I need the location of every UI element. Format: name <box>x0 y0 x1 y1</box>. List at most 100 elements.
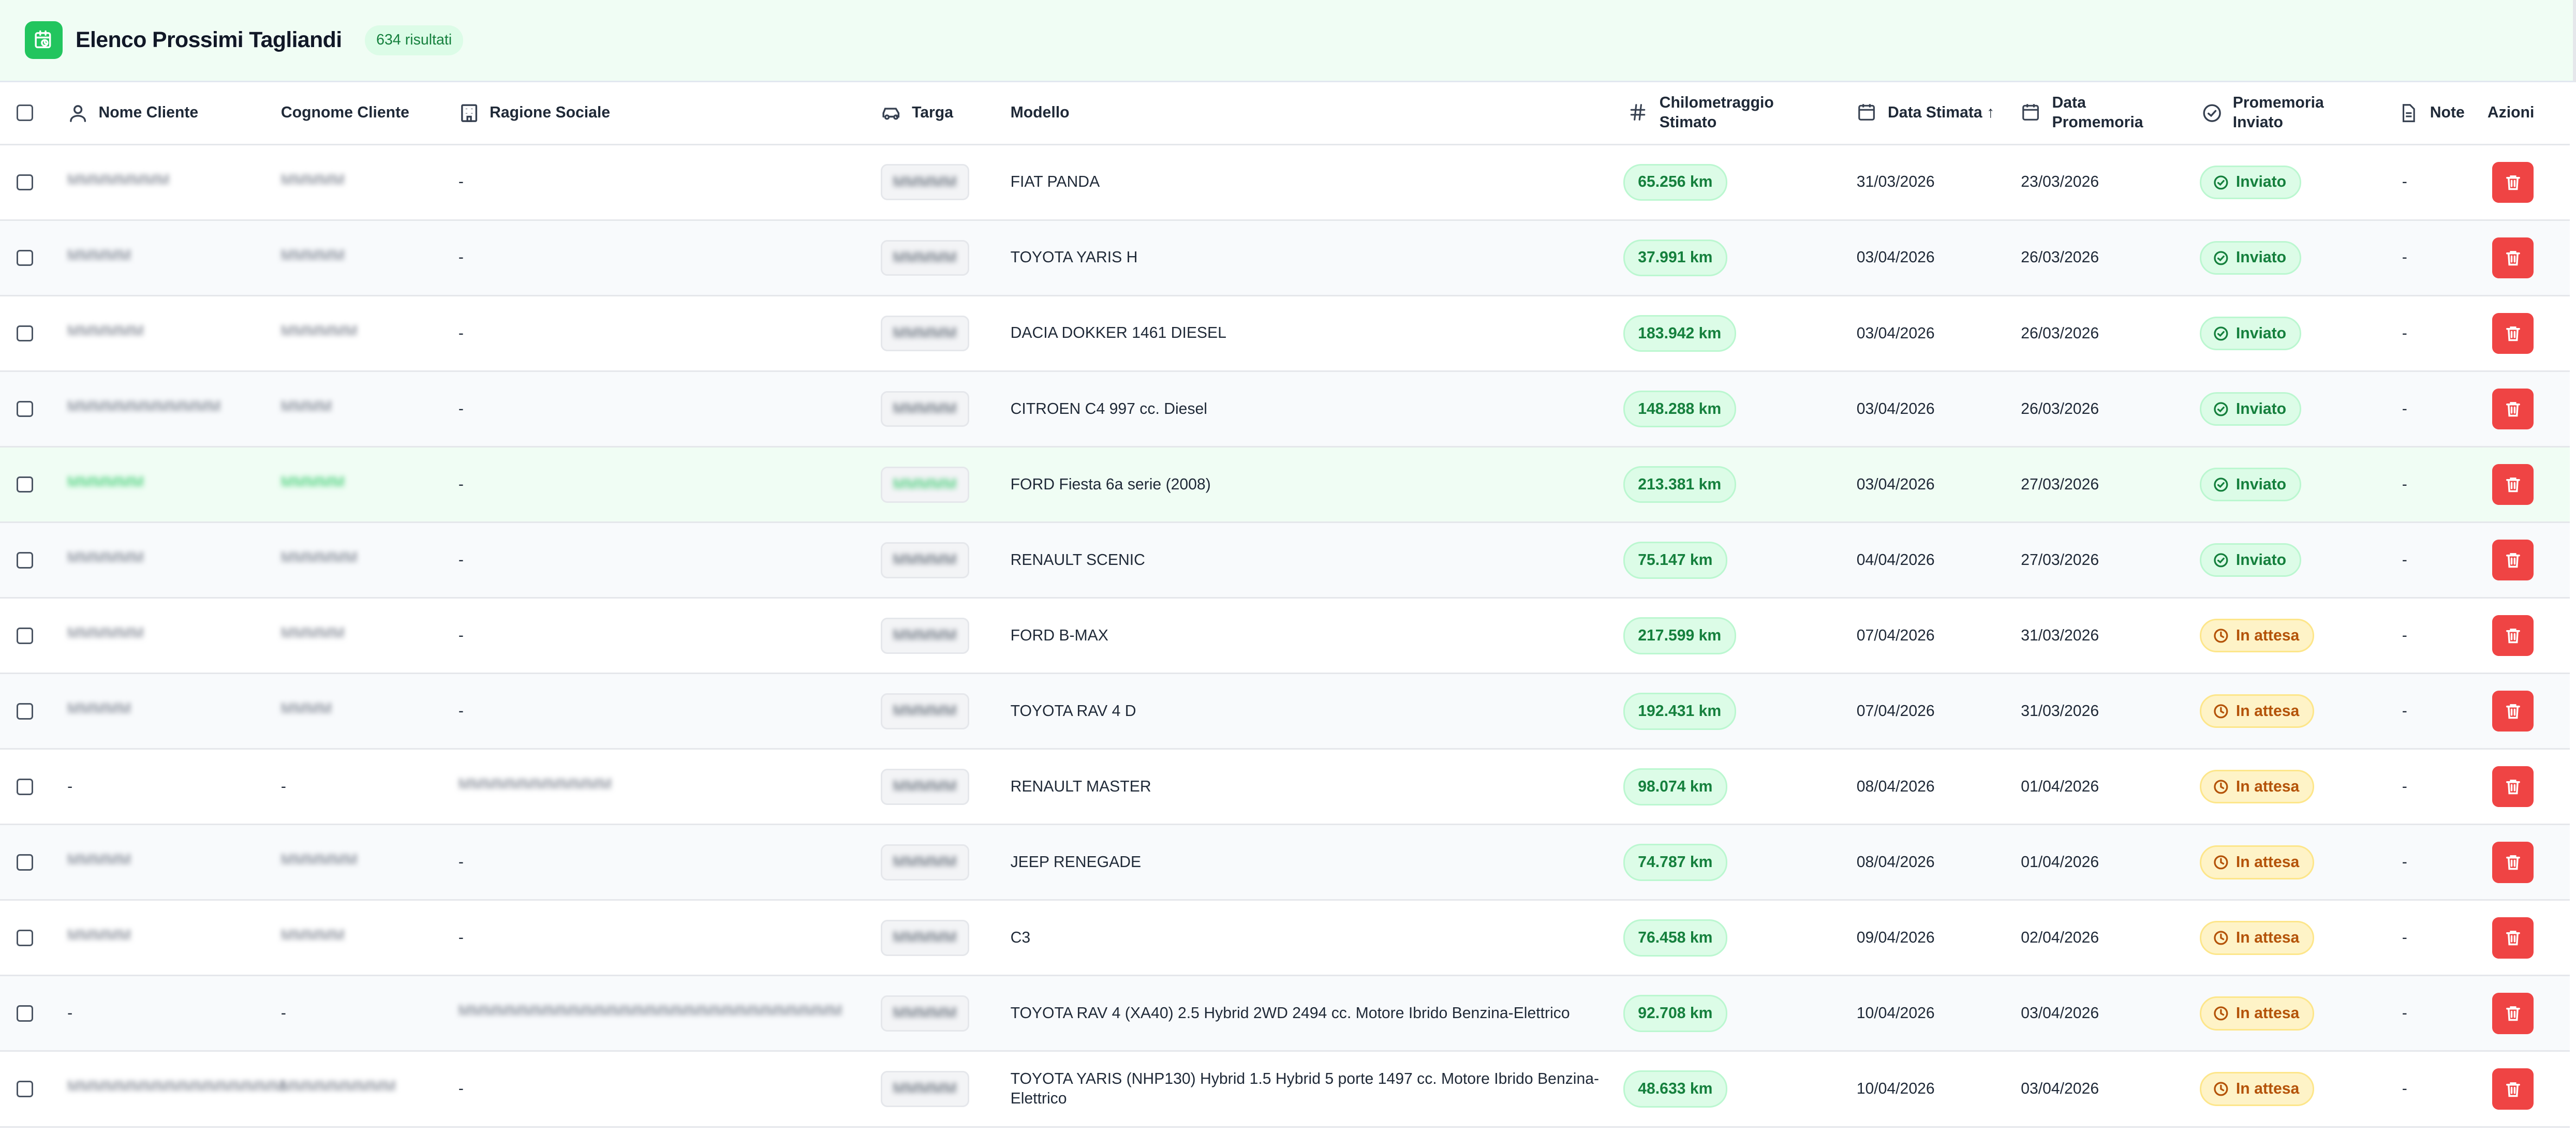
row-checkbox[interactable] <box>16 1005 33 1022</box>
row-checkbox[interactable] <box>16 778 33 795</box>
row-checkbox[interactable] <box>16 400 33 417</box>
delete-button[interactable] <box>2492 464 2534 505</box>
column-header-promemoria-inviato[interactable]: Promemoria Inviato <box>2195 82 2392 145</box>
column-header-km[interactable]: Chilometraggio Stimato <box>1623 82 1848 145</box>
delete-button[interactable] <box>2492 842 2534 883</box>
cell-modello: FORD B-MAX <box>1010 626 1108 644</box>
clock-icon <box>2213 854 2229 871</box>
row-checkbox[interactable] <box>16 703 33 720</box>
clock-icon <box>2213 930 2229 946</box>
delete-button[interactable] <box>2492 766 2534 808</box>
check-circle-icon <box>2213 325 2229 342</box>
cell-cognome: MMMM <box>280 700 332 718</box>
cell-data-promemoria: 03/04/2026 <box>2021 1004 2099 1022</box>
table-row[interactable]: MMMMMMMM MMMMM - MMMMM FIAT PANDA 65.256 km 31… <box>0 144 2570 220</box>
cell-data-stimata: 03/04/2026 <box>1856 324 1935 342</box>
trash-icon <box>2504 1004 2522 1022</box>
column-header-cognome[interactable]: Cognome Cliente <box>281 82 458 145</box>
cell-data-promemoria: 27/03/2026 <box>2021 475 2099 493</box>
table-row[interactable]: MMMMMM MMMMMM - MMMMM RENAULT SCENIC 75.147 k… <box>0 522 2570 598</box>
cell-note: - <box>2402 1080 2407 1097</box>
status-label: In attesa <box>2236 929 2300 946</box>
table-row[interactable]: MMMMMMMMMMMMMMMMM MMMMMMMMM - MMMMM TOYOTA Y… <box>0 1051 2570 1127</box>
cell-data-stimata: 09/04/2026 <box>1856 929 1935 946</box>
delete-button[interactable] <box>2492 1068 2534 1110</box>
table-row[interactable]: MMMMMM MMMMM - MMMMM FORD B-MAX 217.599 km 07/… <box>0 598 2570 674</box>
km-badge: 213.381 km <box>1623 466 1736 503</box>
license-plate: MMMMM <box>880 768 970 805</box>
status-badge: In attesa <box>2200 694 2314 728</box>
cell-ragione-sociale: - <box>458 626 464 644</box>
table-row[interactable]: MMMMM MMMM - MMMMM TOYOTA RAV 4 D 192.431 km 0… <box>0 673 2570 749</box>
column-header-data-stimata[interactable]: Data Stimata ↑ <box>1848 82 2015 145</box>
cell-cognome: - <box>280 1004 286 1022</box>
table-row[interactable]: MMMMM MMMMM - MMMMM C3 76.458 km 09/04/2026 02/… <box>0 900 2570 976</box>
cell-data-stimata: 10/04/2026 <box>1856 1004 1935 1022</box>
delete-button[interactable] <box>2492 539 2534 581</box>
status-label: In attesa <box>2236 778 2300 795</box>
hash-icon <box>1628 102 1649 124</box>
status-label: In attesa <box>2236 626 2300 644</box>
cell-nome: MMMMM <box>67 927 131 944</box>
row-checkbox[interactable] <box>16 174 33 191</box>
status-badge: In attesa <box>2200 845 2314 879</box>
row-checkbox[interactable] <box>16 476 33 493</box>
delete-button[interactable] <box>2492 917 2534 959</box>
row-checkbox[interactable] <box>16 325 33 342</box>
cell-modello: JEEP RENEGADE <box>1010 853 1142 871</box>
table-row[interactable]: MMMMMM MMMMM - MMMMM FORD Fiesta 6a serie (2… <box>0 446 2570 523</box>
cell-data-promemoria: 26/03/2026 <box>2021 249 2099 266</box>
delete-button[interactable] <box>2492 312 2534 354</box>
status-label: Inviato <box>2236 400 2287 417</box>
check-circle-icon <box>2213 174 2229 191</box>
delete-button[interactable] <box>2492 993 2534 1034</box>
cell-modello: TOYOTA YARIS (NHP130) Hybrid 1.5 Hybrid … <box>1010 1070 1600 1107</box>
license-plate: MMMMM <box>880 315 970 352</box>
row-checkbox[interactable] <box>16 854 33 871</box>
delete-button[interactable] <box>2492 237 2534 279</box>
license-plate: MMMMM <box>880 542 970 578</box>
column-header-data-promemoria[interactable]: Data Promemoria <box>2015 82 2195 145</box>
table-row[interactable]: MMMMMMMMMMMM MMMM - MMMMM CITROEN C4 997 cc.… <box>0 371 2570 447</box>
table-row[interactable]: MMMMM MMMMMM - MMMMM JEEP RENEGADE 74.787 km 0… <box>0 824 2570 900</box>
row-checkbox[interactable] <box>16 1081 33 1097</box>
select-all-checkbox[interactable] <box>16 105 33 122</box>
row-checkbox[interactable] <box>16 551 33 569</box>
column-header-modello[interactable]: Modello <box>1011 82 1623 145</box>
row-checkbox[interactable] <box>16 930 33 946</box>
column-header-ragione[interactable]: Ragione Sociale <box>458 82 881 145</box>
page-header: Elenco Prossimi Tagliandi 634 risultati <box>0 0 2576 82</box>
column-header-note[interactable]: Note <box>2392 82 2488 145</box>
table-row[interactable]: MMMMMM MMMMMM - MMMMM DACIA DOKKER 1461 DIES… <box>0 295 2570 371</box>
clock-icon <box>2213 1005 2229 1022</box>
cell-note: - <box>2402 929 2407 946</box>
row-checkbox[interactable] <box>16 627 33 644</box>
column-header-nome[interactable]: Nome Cliente <box>51 82 281 145</box>
cell-cognome: MMMMM <box>280 927 345 944</box>
car-icon <box>881 102 902 124</box>
cell-data-promemoria: 26/03/2026 <box>2021 324 2099 342</box>
km-badge: 148.288 km <box>1623 390 1736 428</box>
maintenance-table: Nome Cliente Cognome Cliente Ragione Soc… <box>0 82 2570 1128</box>
cell-ragione-sociale: - <box>458 475 464 493</box>
trash-icon <box>2504 551 2522 569</box>
cell-data-stimata: 03/04/2026 <box>1856 249 1935 266</box>
delete-button[interactable] <box>2492 161 2534 203</box>
results-count-badge: 634 risultati <box>364 25 464 56</box>
column-header-targa[interactable]: Targa <box>881 82 1011 145</box>
delete-button[interactable] <box>2492 691 2534 732</box>
cell-data-stimata: 07/04/2026 <box>1856 702 1935 720</box>
table-row[interactable]: - - MMMMMMMMMMMMMMMMMMMMMMMMMMMMMM MMMMM TOY… <box>0 975 2570 1051</box>
table-row[interactable]: - - MMMMMMMMMMMM MMMMM RENAULT MASTER 98.074 … <box>0 749 2570 825</box>
delete-button[interactable] <box>2492 388 2534 430</box>
cell-data-promemoria: 02/04/2026 <box>2021 929 2099 946</box>
cell-targa: MMMMM <box>893 627 957 644</box>
status-label: In attesa <box>2236 1004 2300 1022</box>
status-label: In attesa <box>2236 702 2300 720</box>
trash-icon <box>2504 929 2522 947</box>
delete-button[interactable] <box>2492 615 2534 656</box>
status-badge: In attesa <box>2200 1072 2314 1106</box>
km-badge: 217.599 km <box>1623 617 1736 654</box>
row-checkbox[interactable] <box>16 249 33 266</box>
table-row[interactable]: MMMMM MMMMM - MMMMM TOYOTA YARIS H 37.991 km 0… <box>0 220 2570 296</box>
